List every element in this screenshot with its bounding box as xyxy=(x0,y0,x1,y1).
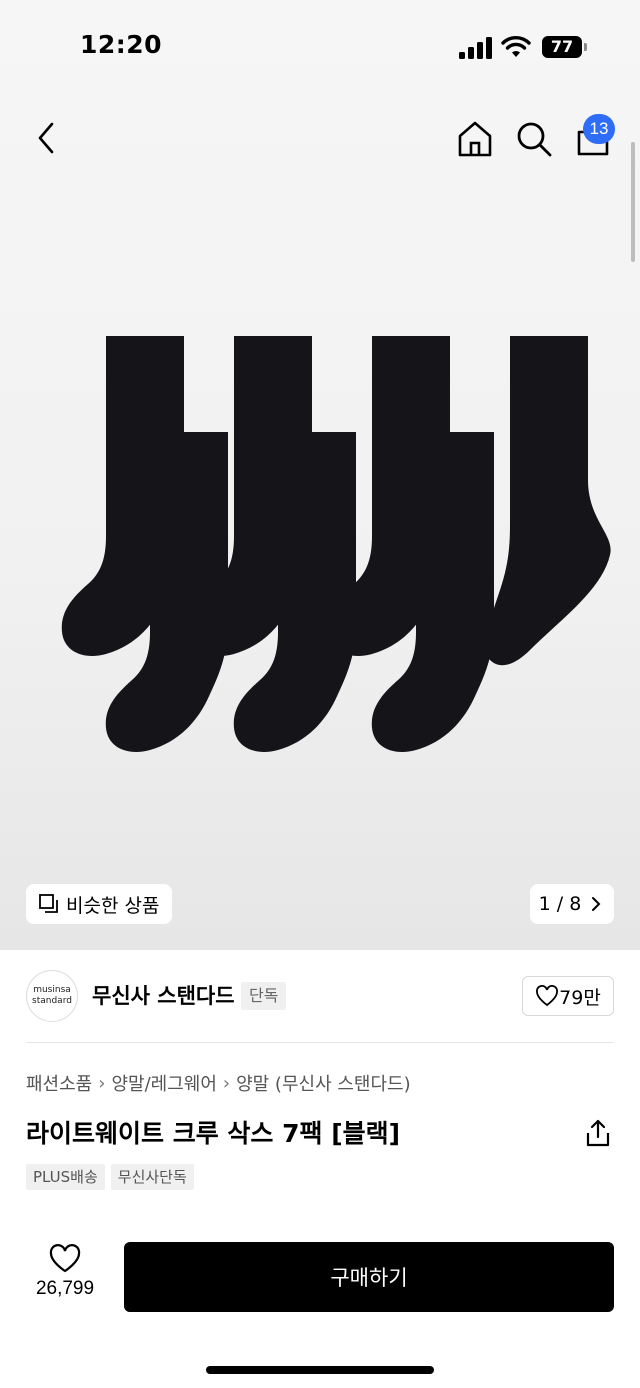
status-bar: 12:20 77 xyxy=(0,0,640,96)
exclusive-badge: 단독 xyxy=(241,982,287,1010)
tag-plus-delivery: PLUS배송 xyxy=(26,1164,105,1190)
scrollbar[interactable] xyxy=(631,142,635,262)
product-tags: PLUS배송 무신사단독 xyxy=(26,1164,200,1190)
home-indicator[interactable] xyxy=(206,1366,434,1374)
home-icon[interactable] xyxy=(454,118,496,160)
brand-like-button[interactable]: 79만 xyxy=(522,976,614,1016)
chevron-right-icon: › xyxy=(222,1072,231,1094)
tag-musinsa-exclusive: 무신사단독 xyxy=(110,1164,194,1190)
similar-products-label: 비슷한 상품 xyxy=(66,894,160,917)
product-photo xyxy=(61,336,611,752)
similar-items-icon xyxy=(39,894,58,913)
brand-name[interactable]: 무신사 스탠다드 xyxy=(92,980,235,1010)
share-icon[interactable] xyxy=(584,1118,612,1148)
chevron-right-icon xyxy=(592,897,601,911)
search-icon[interactable] xyxy=(514,118,554,160)
heart-icon xyxy=(49,1244,81,1273)
brand-logo-line2: standard xyxy=(32,996,72,1006)
breadcrumb: 패션소품 › 양말/레그웨어 › 양말 (무신사 스탠다드) xyxy=(26,1070,411,1096)
brand-like-count: 79만 xyxy=(559,986,601,1009)
cellular-signal-icon xyxy=(459,37,492,59)
product-like-count: 26,799 xyxy=(35,1278,95,1299)
buy-button[interactable]: 구매하기 xyxy=(124,1242,614,1312)
clipped-text xyxy=(26,1216,246,1224)
product-title: 라이트웨이트 크루 삭스 7팩 [블랙] xyxy=(26,1119,401,1148)
heart-icon xyxy=(536,985,559,1007)
breadcrumb-item[interactable]: 양말/레그웨어 xyxy=(111,1070,216,1096)
status-time: 12:20 xyxy=(80,30,163,59)
cart-count-badge: 13 xyxy=(583,114,615,144)
brand-logo[interactable]: musinsa standard xyxy=(26,970,78,1022)
product-like-button[interactable]: 26,799 xyxy=(26,1244,104,1308)
image-page-indicator[interactable]: 1 / 8 xyxy=(530,884,614,924)
wifi-icon xyxy=(501,36,531,57)
similar-products-button[interactable]: 비슷한 상품 xyxy=(26,884,172,924)
breadcrumb-item[interactable]: 양말 (무신사 스탠다드) xyxy=(236,1070,411,1096)
brand-logo-line1: musinsa xyxy=(33,985,71,995)
back-icon[interactable] xyxy=(30,118,66,158)
page-indicator-text: 1 / 8 xyxy=(538,893,582,915)
divider xyxy=(26,1042,614,1043)
chevron-right-icon: › xyxy=(98,1072,106,1094)
breadcrumb-item[interactable]: 패션소품 xyxy=(26,1070,92,1096)
battery-icon: 77 xyxy=(542,36,588,58)
battery-level: 77 xyxy=(542,36,582,58)
